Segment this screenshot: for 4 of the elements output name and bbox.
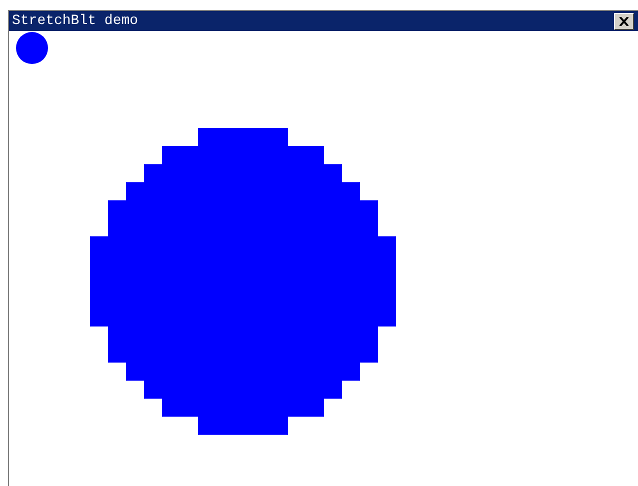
close-button[interactable] xyxy=(614,12,634,30)
window-title: StretchBlt demo xyxy=(12,13,138,29)
close-icon xyxy=(619,16,629,26)
small-circle-drawing xyxy=(16,32,48,64)
